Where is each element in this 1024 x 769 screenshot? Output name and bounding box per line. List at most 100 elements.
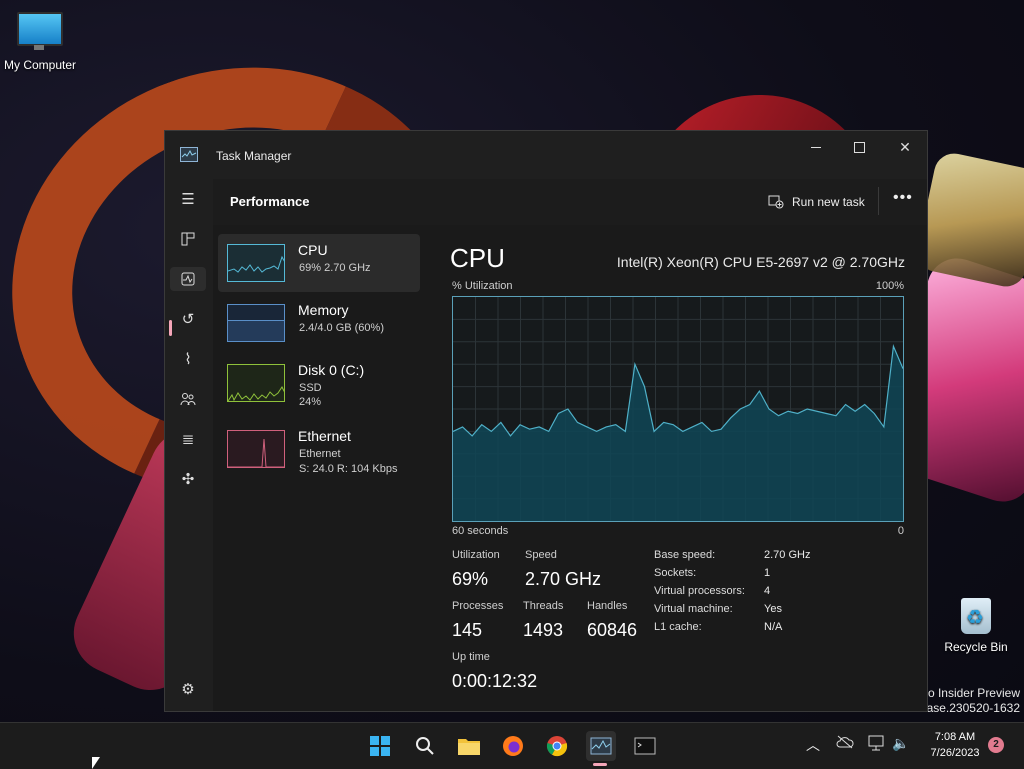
spec-value: Yes [764, 603, 782, 615]
taskbar: ︿ 🔈 7:08 AM 7/26/2023 2 [0, 722, 1024, 769]
maximize-icon [853, 141, 865, 153]
device-item-ethernet[interactable]: Ethernet Ethernet S: 24.0 R: 104 Kbps [218, 420, 420, 478]
cpu-heading: CPU [450, 243, 505, 273]
firefox-icon [503, 736, 523, 756]
device-detail: S: 24.0 R: 104 Kbps [299, 463, 398, 475]
app-history-icon[interactable]: ↺ [176, 307, 200, 331]
close-button[interactable]: ✕ [882, 131, 928, 163]
spec-value: 2.70 GHz [764, 549, 811, 561]
page-title: Performance [230, 194, 310, 209]
chrome-button[interactable] [542, 731, 572, 761]
performance-icon[interactable] [170, 267, 206, 291]
spec-key: Sockets: [654, 567, 697, 579]
device-detail: 69% 2.70 GHz [299, 262, 371, 274]
spec-value: 1 [764, 567, 771, 579]
processes-label: Processes [452, 600, 504, 612]
active-indicator [169, 320, 172, 336]
hamburger-menu-icon[interactable]: ☰ [176, 187, 200, 211]
file-explorer-button[interactable] [454, 731, 484, 761]
wallpaper-ribbon [913, 149, 1024, 291]
speed-value: 2.70 GHz [525, 569, 602, 589]
ethernet-thumbnail-graph [227, 430, 285, 468]
start-button[interactable] [365, 731, 395, 761]
minimize-icon [811, 146, 821, 148]
terminal-button[interactable] [630, 731, 660, 761]
threads-value: 1493 [523, 620, 564, 640]
services-icon[interactable]: ✣ [176, 467, 200, 491]
system-clock[interactable]: 7:08 AM 7/26/2023 [912, 729, 998, 761]
minimize-button[interactable] [793, 131, 839, 163]
memory-thumbnail-graph [227, 304, 285, 342]
chrome-icon [546, 736, 568, 757]
processes-value: 145 [452, 620, 483, 640]
handles-label: Handles [587, 600, 628, 612]
spec-key: L1 cache: [654, 621, 702, 633]
device-item-disk[interactable]: Disk 0 (C:) SSD 24% [218, 354, 420, 412]
recycle-bin-shortcut[interactable]: Recycle Bin [938, 598, 1014, 654]
windows-logo-icon [370, 736, 390, 756]
cpu-model-name: Intel(R) Xeon(R) CPU E5-2697 v2 @ 2.70GH… [616, 254, 905, 270]
firefox-button[interactable] [498, 731, 528, 761]
y-axis-max-label: 100% [875, 280, 904, 292]
active-app-indicator [593, 763, 607, 766]
device-name: Ethernet [298, 428, 351, 444]
volume-icon[interactable]: 🔈 [892, 735, 909, 752]
task-manager-icon [590, 737, 612, 755]
mouse-cursor [92, 757, 100, 769]
startup-apps-icon[interactable]: ⌇ [176, 347, 200, 371]
users-icon[interactable] [176, 387, 200, 411]
run-task-icon [768, 195, 784, 209]
more-options-button[interactable]: ••• [893, 189, 913, 207]
device-item-cpu[interactable]: CPU 69% 2.70 GHz [218, 234, 420, 292]
device-name: Disk 0 (C:) [298, 362, 365, 378]
device-item-memory[interactable]: Memory 2.4/4.0 GB (60%) [218, 294, 420, 352]
search-button[interactable] [410, 731, 440, 761]
command-bar: Performance Run new task ••• [213, 179, 927, 225]
notification-badge[interactable]: 2 [988, 737, 1004, 753]
run-new-task-label: Run new task [792, 195, 865, 209]
x-axis-zero-label: 0 [897, 525, 904, 537]
spec-key: Virtual machine: [654, 603, 733, 615]
spec-key: Base speed: [654, 549, 716, 561]
onedrive-cloud-icon[interactable] [836, 735, 854, 752]
monitor-icon [17, 12, 63, 50]
utilization-value: 69% [452, 569, 489, 589]
device-detail: 2.4/4.0 GB (60%) [299, 322, 384, 334]
processes-icon[interactable] [176, 227, 200, 251]
folder-icon [458, 739, 480, 755]
my-computer-shortcut[interactable]: My Computer [0, 8, 80, 72]
clock-date: 7/26/2023 [930, 747, 980, 759]
maximize-button[interactable] [836, 131, 882, 163]
device-detail: SSD [299, 382, 322, 394]
cpu-graph-svg [452, 297, 904, 521]
search-icon [416, 737, 434, 755]
utilization-label: Utilization [452, 549, 500, 561]
run-new-task-button[interactable]: Run new task [768, 192, 865, 212]
window-title: Task Manager [216, 149, 292, 163]
terminal-icon [634, 737, 656, 755]
network-icon[interactable] [868, 735, 886, 754]
disk-thumbnail-graph [227, 364, 285, 402]
clock-time: 7:08 AM [934, 731, 976, 743]
cpu-utilization-graph [452, 296, 904, 522]
device-detail: Ethernet [299, 448, 341, 460]
details-icon[interactable]: ≣ [176, 427, 200, 451]
spec-key: Virtual processors: [654, 585, 745, 597]
navigation-rail: ☰ ↺ ⌇ ≣ ✣ ⚙ [165, 179, 211, 711]
spec-value: N/A [764, 621, 783, 633]
uptime-value: 0:00:12:32 [452, 671, 538, 691]
my-computer-label: My Computer [3, 58, 77, 72]
show-hidden-icons-chevron-icon[interactable]: ︿ [806, 735, 820, 755]
device-name: CPU [298, 242, 328, 258]
settings-gear-icon[interactable]: ⚙ [176, 677, 200, 701]
cpu-thumbnail-graph [227, 244, 285, 282]
device-name: Memory [298, 302, 349, 318]
divider [878, 187, 879, 215]
task-manager-window: Task Manager ✕ ☰ ↺ ⌇ ≣ ✣ ⚙ Performance R… [164, 130, 928, 712]
task-manager-taskbar-button[interactable] [586, 731, 616, 761]
recycle-bin-icon [961, 598, 991, 634]
title-bar[interactable]: Task Manager ✕ [165, 131, 927, 179]
watermark-line: ro Insider Preview [923, 686, 1020, 700]
x-axis-label: 60 seconds [452, 525, 509, 537]
build-watermark: ro Insider Preview ease.230520-1632 [920, 686, 1020, 716]
